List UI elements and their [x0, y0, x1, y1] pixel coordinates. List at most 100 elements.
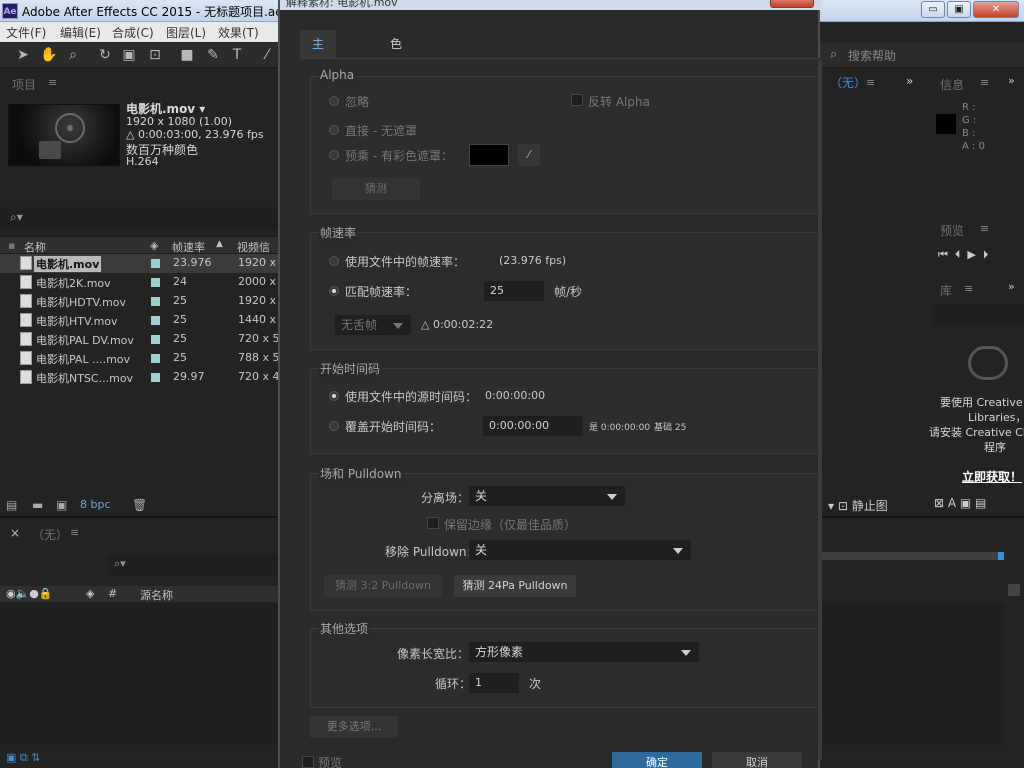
maximize-button[interactable]: ▣ — [947, 1, 971, 18]
project-row[interactable]: 电影机.mov 23.976 1920 x — [0, 254, 278, 273]
expand-panel-icon[interactable]: » — [1008, 74, 1015, 87]
column-video[interactable]: 视频信 — [237, 239, 270, 255]
new-folder-icon[interactable]: ▬ — [32, 498, 43, 512]
bit-depth-button[interactable]: 8 bpc — [80, 498, 111, 511]
label-swatch[interactable] — [151, 373, 160, 382]
menu-edit[interactable]: 编辑(E) — [60, 24, 101, 41]
dialog-scrollbar[interactable] — [818, 60, 822, 760]
av-switch-icons[interactable]: ◉🔈●🔒 — [6, 587, 53, 600]
play-icon[interactable]: ▶ — [967, 248, 975, 261]
matte-color-swatch[interactable] — [469, 144, 509, 166]
conform-framerate-radio[interactable] — [329, 286, 339, 296]
brush-tool-icon[interactable]: ⁄ — [258, 46, 276, 64]
panel-menu-icon[interactable]: ≡ — [48, 76, 57, 89]
column-framerate[interactable]: 帧速率 — [172, 239, 205, 255]
project-search-input[interactable]: ⌕▾ — [0, 207, 278, 229]
label-tag-icon[interactable]: ◈ — [150, 239, 158, 252]
snapshot-label[interactable]: 静止图 — [852, 499, 888, 513]
project-row[interactable]: 电影机NTSC...mov 29.97 720 x 4 — [0, 368, 280, 387]
comp-dropdown[interactable]: （无） — [830, 74, 866, 91]
library-tab[interactable]: 库 — [940, 282, 952, 299]
dialog-close-button[interactable] — [770, 0, 814, 8]
selection-tool-icon[interactable]: ➤ — [14, 46, 32, 64]
viewer-controls[interactable]: ▾ ⊡ 静止图 — [828, 497, 888, 514]
cancel-button[interactable]: 取消 — [712, 752, 802, 768]
ok-button[interactable]: 确定 — [612, 752, 702, 768]
expand-panel-icon[interactable]: » — [1008, 280, 1015, 293]
region-of-interest-icon[interactable]: ⊡ — [838, 499, 848, 513]
preserve-edges-checkbox[interactable] — [427, 517, 439, 529]
label-swatch[interactable] — [151, 335, 160, 344]
close-button[interactable]: ✕ — [973, 1, 1019, 18]
tab-main-options[interactable]: 主要选项 — [300, 30, 337, 135]
label-swatch[interactable] — [151, 259, 160, 268]
label-swatch[interactable] — [151, 316, 160, 325]
project-row[interactable]: 电影机2K.mov 24 2000 x — [0, 273, 278, 292]
label-swatch[interactable] — [151, 354, 160, 363]
alpha-guess-button[interactable]: 猜测 — [332, 178, 420, 200]
library-footer-icons[interactable]: ⊠ A ▣ ▤ — [934, 496, 986, 510]
minimize-button[interactable]: ▭ — [921, 1, 945, 18]
menu-effect[interactable]: 效果(T) — [218, 24, 259, 41]
separate-fields-dropdown[interactable]: 关 — [469, 486, 625, 506]
more-options-button[interactable]: 更多选项... — [310, 716, 398, 738]
rotate-tool-icon[interactable]: ↻ — [96, 46, 114, 64]
use-source-timecode-radio[interactable] — [329, 391, 339, 401]
menu-composition[interactable]: 合成(C) — [112, 24, 154, 41]
work-area-end-handle[interactable] — [998, 552, 1004, 560]
expand-panel-icon[interactable]: » — [906, 74, 913, 88]
guess-32-pulldown-button[interactable]: 猜测 3:2 Pulldown — [324, 575, 442, 597]
delete-icon[interactable]: 🗑 — [132, 498, 147, 512]
panel-menu-icon[interactable]: ≡ — [866, 76, 875, 89]
info-tab[interactable]: 信息 — [940, 76, 964, 93]
label-swatch[interactable] — [151, 278, 160, 287]
prev-frame-icon[interactable]: ⏴ — [955, 248, 961, 261]
close-tab-icon[interactable]: × — [10, 526, 20, 540]
label-swatch[interactable] — [151, 297, 160, 306]
search-help-input[interactable]: 搜索帮助 — [848, 47, 896, 64]
pan-behind-tool-icon[interactable]: ⊡ — [146, 46, 164, 64]
interpret-footage-icon[interactable]: ▤ — [6, 498, 17, 512]
new-composition-icon[interactable]: ▣ — [56, 498, 67, 512]
time-navigator-bar[interactable] — [822, 552, 1002, 560]
guess-24pa-pulldown-button[interactable]: 猜测 24Pa Pulldown — [454, 575, 576, 597]
panel-menu-icon[interactable]: ≡ — [964, 282, 973, 295]
override-timecode-radio[interactable] — [329, 421, 339, 431]
type-tool-icon[interactable]: T — [228, 46, 246, 64]
label-tag-icon[interactable]: ◈ — [86, 587, 94, 600]
panel-menu-icon[interactable]: ≡ — [70, 526, 79, 539]
pixel-aspect-dropdown[interactable]: 方形像素 — [469, 642, 699, 662]
eyedropper-icon[interactable]: ⁄ — [518, 144, 540, 166]
tab-color-management[interactable]: 色彩管理 — [378, 30, 414, 135]
remove-frames-dropdown[interactable]: 无舌帧 — [335, 315, 411, 335]
project-row[interactable]: 电影机PAL DV.mov 25 720 x 5 — [0, 330, 280, 349]
rectangle-tool-icon[interactable]: ■ — [178, 46, 196, 64]
library-search-input[interactable] — [932, 304, 1024, 326]
hand-tool-icon[interactable]: ✋ — [40, 46, 58, 64]
column-name[interactable]: 名称 — [24, 239, 46, 255]
remove-pulldown-dropdown[interactable]: 关 — [469, 540, 691, 560]
invert-alpha-checkbox[interactable] — [571, 94, 583, 106]
sort-ascending-icon[interactable]: ▲ — [216, 239, 223, 249]
project-row[interactable]: 电影机PAL ....mov 25 788 x 5 — [0, 349, 280, 368]
project-row[interactable]: 电影机HTV.mov 25 1440 x — [0, 311, 278, 330]
playback-controls[interactable]: ⏮ ⏴ ▶ ⏵ — [938, 248, 988, 262]
project-row[interactable]: 电影机HDTV.mov 25 1920 x — [0, 292, 278, 311]
use-file-framerate-radio[interactable] — [329, 256, 339, 266]
override-timecode-input[interactable]: 0:00:00:00 — [483, 416, 583, 436]
loop-input[interactable]: 1 — [469, 673, 519, 693]
panel-menu-icon[interactable]: ≡ — [980, 222, 989, 235]
timeline-tab[interactable]: （无） — [32, 526, 68, 543]
menu-file[interactable]: 文件(F) — [6, 24, 46, 41]
conform-framerate-input[interactable]: 25 — [484, 281, 544, 301]
get-now-link[interactable]: 立即获取！ — [962, 468, 1022, 485]
next-frame-icon[interactable]: ⏵ — [983, 248, 989, 261]
timeline-search-input[interactable]: ⌕▾ — [108, 555, 278, 575]
timeline-layers-area[interactable] — [0, 603, 278, 745]
alpha-premult-radio[interactable] — [329, 150, 339, 160]
timeline-footer-icons[interactable]: ▣ ⧉ ⇅ — [6, 751, 40, 765]
zoom-tool-icon[interactable]: ⌕ — [64, 46, 82, 64]
alpha-ignore-radio[interactable] — [329, 96, 339, 106]
chevron-down-icon[interactable]: ▾ — [828, 499, 834, 513]
pen-tool-icon[interactable]: ✎ — [204, 46, 222, 64]
